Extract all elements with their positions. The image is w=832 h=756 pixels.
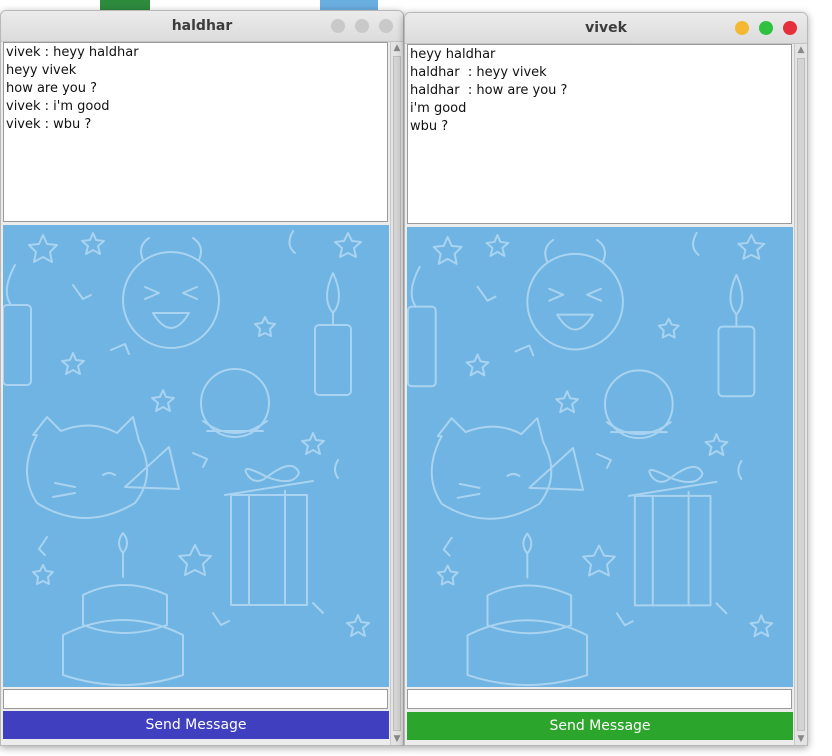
scroll-thumb[interactable]: [797, 58, 805, 731]
message-input[interactable]: [3, 689, 388, 709]
doodle-wallpaper: [3, 225, 389, 687]
title-bar[interactable]: haldhar: [1, 11, 403, 42]
chat-window-haldhar: haldhar vivek : heyy haldhar heyy vivek …: [0, 10, 404, 746]
close-button[interactable]: [783, 21, 797, 35]
chat-message: vivek : heyy haldhar: [6, 45, 139, 60]
scrollbar[interactable]: ▲ ▼: [794, 44, 807, 745]
chat-message: vivek : wbu ?: [6, 117, 92, 132]
window-content: vivek : heyy haldhar heyy vivek how are …: [3, 42, 389, 745]
scroll-down-arrow-icon[interactable]: ▼: [795, 733, 807, 745]
maximize-button[interactable]: [355, 19, 369, 33]
chat-message: heyy vivek: [6, 63, 77, 78]
chat-window-vivek: vivek heyy haldhar haldhar : heyy vivek …: [404, 12, 808, 746]
send-message-button[interactable]: Send Message: [3, 711, 389, 739]
chat-message: wbu ?: [410, 119, 449, 134]
title-bar[interactable]: vivek: [405, 13, 807, 44]
scrollbar[interactable]: ▲ ▼: [390, 42, 403, 745]
minimize-button[interactable]: [735, 21, 749, 35]
message-input[interactable]: [407, 689, 792, 709]
chat-message: haldhar : how are you ?: [410, 83, 568, 98]
minimize-button[interactable]: [331, 19, 345, 33]
close-button[interactable]: [379, 19, 393, 33]
chat-message: haldhar : heyy vivek: [410, 65, 547, 80]
maximize-button[interactable]: [759, 21, 773, 35]
chat-message: vivek : i'm good: [6, 99, 110, 114]
chat-log[interactable]: vivek : heyy haldhar heyy vivek how are …: [3, 42, 388, 222]
scroll-up-arrow-icon[interactable]: ▲: [795, 44, 807, 56]
chat-log[interactable]: heyy haldhar haldhar : heyy vivek haldha…: [407, 44, 792, 224]
scroll-down-arrow-icon[interactable]: ▼: [391, 733, 403, 745]
scroll-thumb[interactable]: [393, 56, 401, 731]
chat-message: i'm good: [410, 101, 467, 116]
send-message-button[interactable]: Send Message: [407, 712, 793, 740]
scroll-up-arrow-icon[interactable]: ▲: [391, 42, 403, 54]
chat-message: heyy haldhar: [410, 47, 496, 62]
doodle-wallpaper: [407, 227, 793, 687]
window-content: heyy haldhar haldhar : heyy vivek haldha…: [407, 44, 793, 745]
chat-message: how are you ?: [6, 81, 98, 96]
